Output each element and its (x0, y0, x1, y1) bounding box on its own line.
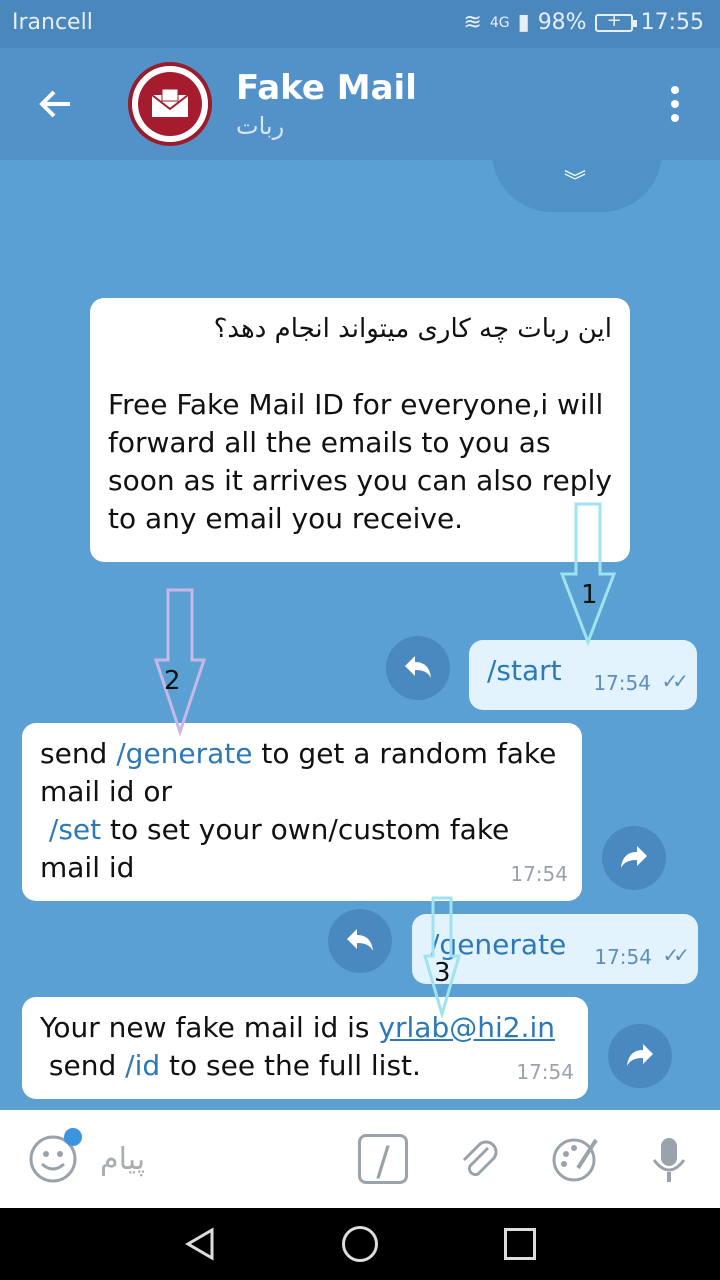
wifi-icon: ≋ (463, 10, 482, 35)
palette-icon[interactable] (550, 1134, 600, 1184)
message-bubble-start[interactable]: /start 17:54 ✓✓ (469, 640, 697, 710)
double-chevron-down-icon: ︾ (564, 170, 587, 195)
email-link[interactable]: yrlab@hi2.in (378, 1011, 555, 1044)
scroll-down-tab[interactable]: ︾ (492, 160, 662, 212)
message-input[interactable]: پیام (100, 1142, 145, 1177)
message-time: 17:54 (593, 671, 651, 695)
chat-subtitle: ربات (236, 112, 285, 140)
battery-percent: 98% (537, 10, 587, 35)
read-checkmarks-icon: ✓✓ (662, 943, 689, 967)
message-text-persian: این ربات چه کاری میتواند انجام دهد؟ (213, 314, 612, 344)
android-nav-bar (0, 1208, 720, 1280)
message-time: 17:54 (516, 1060, 574, 1084)
back-arrow-icon[interactable] (34, 82, 78, 126)
message-bubble-generate-info[interactable]: send /generate to get a random fake mail… (22, 723, 582, 901)
chat-header: Fake Mail ربات (0, 48, 720, 160)
message-bubble-intro[interactable]: این ربات چه کاری میتواند انجام دهد؟ Free… (90, 298, 630, 562)
more-menu-icon[interactable] (670, 86, 680, 122)
command-link[interactable]: /set (49, 813, 101, 846)
reply-button[interactable] (328, 909, 392, 973)
annotation-label-3: 3 (434, 958, 451, 988)
annotation-label-2: 2 (164, 666, 181, 696)
nav-recents-icon[interactable] (504, 1228, 536, 1260)
signal-icon: ▮ (517, 10, 530, 35)
message-bubble-new-id[interactable]: Your new fake mail id is yrlab@hi2.in se… (22, 997, 588, 1099)
message-composer: پیام / (0, 1110, 720, 1208)
nav-back-icon[interactable] (182, 1226, 218, 1262)
message-time: 17:54 (510, 862, 568, 886)
command-link[interactable]: /start (487, 654, 562, 687)
battery-icon: + (594, 10, 637, 32)
message-text: Free Fake Mail ID for everyone,i will fo… (108, 388, 612, 535)
nav-home-icon[interactable] (342, 1226, 378, 1262)
microphone-icon[interactable] (644, 1134, 694, 1184)
command-link[interactable]: /id (125, 1049, 160, 1082)
read-checkmarks-icon: ✓✓ (661, 669, 688, 693)
mail-icon (138, 72, 202, 136)
forward-button[interactable] (608, 1024, 672, 1088)
network-type: 4G (489, 14, 510, 31)
attach-icon[interactable] (454, 1134, 504, 1184)
notification-dot (64, 1128, 82, 1146)
emoji-icon[interactable] (28, 1128, 82, 1184)
bot-avatar[interactable] (128, 62, 212, 146)
command-link[interactable]: /generate (116, 737, 252, 770)
annotation-arrow-1 (560, 502, 616, 646)
chat-title[interactable]: Fake Mail (236, 68, 417, 108)
annotation-arrow-2 (154, 588, 206, 736)
status-bar: Irancell ≋ 4G ▮ 98% + 17:55 (0, 0, 720, 48)
message-time: 17:54 (594, 945, 652, 969)
annotation-arrow-3 (423, 896, 461, 1018)
carrier-name: Irancell (12, 10, 93, 35)
message-list[interactable]: ︾ این ربات چه کاری میتواند انجام دهد؟ Fr… (0, 160, 720, 1110)
clock: 17:55 (640, 10, 704, 35)
forward-button[interactable] (602, 826, 666, 890)
annotation-label-1: 1 (581, 580, 598, 610)
bot-command-icon[interactable]: / (358, 1134, 408, 1185)
reply-button[interactable] (386, 636, 450, 700)
